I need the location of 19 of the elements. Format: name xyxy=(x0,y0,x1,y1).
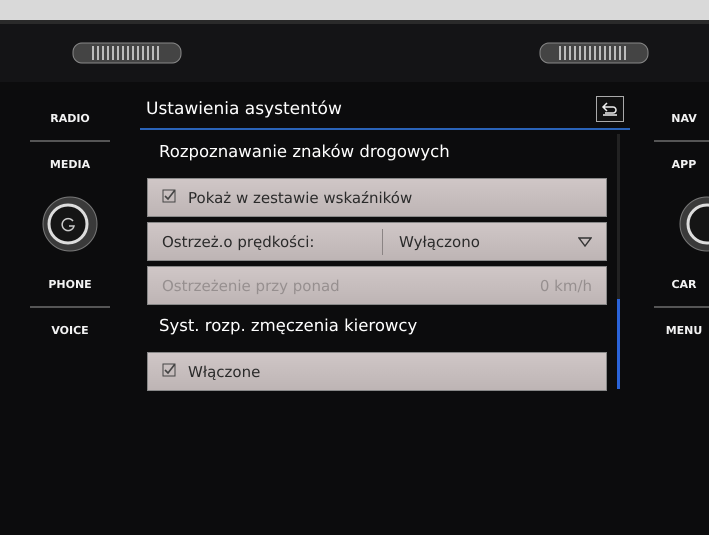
side-button[interactable]: CAR xyxy=(659,268,709,300)
screen-title: Ustawienia asystentów xyxy=(146,99,342,119)
side-button[interactable]: RADIO xyxy=(30,102,110,134)
side-button[interactable]: PHONE xyxy=(30,268,110,300)
side-button[interactable]: APP xyxy=(659,148,709,180)
dropdown-caret-icon xyxy=(578,236,592,246)
back-button[interactable] xyxy=(596,96,624,122)
scrollbar[interactable] xyxy=(617,134,620,389)
dropdown-row[interactable]: Ostrzeż.o prędkości: Wyłączono xyxy=(147,222,607,261)
checkbox-row[interactable]: Pokaż w zestawie wskaźników xyxy=(147,178,607,217)
rotary-knob-drawing[interactable] xyxy=(42,196,98,252)
section-heading: Syst. rozp. zmęczenia kierowcy xyxy=(158,315,418,337)
side-button[interactable]: NAV xyxy=(659,102,709,134)
side-button[interactable]: MEDIA xyxy=(30,148,110,180)
back-arrow-icon xyxy=(601,102,619,116)
checkbox-row[interactable]: Włączone xyxy=(147,352,607,391)
side-button[interactable]: MENU xyxy=(659,314,709,346)
side-button[interactable]: VOICE xyxy=(30,314,110,346)
section-heading: Rozpoznawanie znaków drogowych xyxy=(158,141,451,163)
